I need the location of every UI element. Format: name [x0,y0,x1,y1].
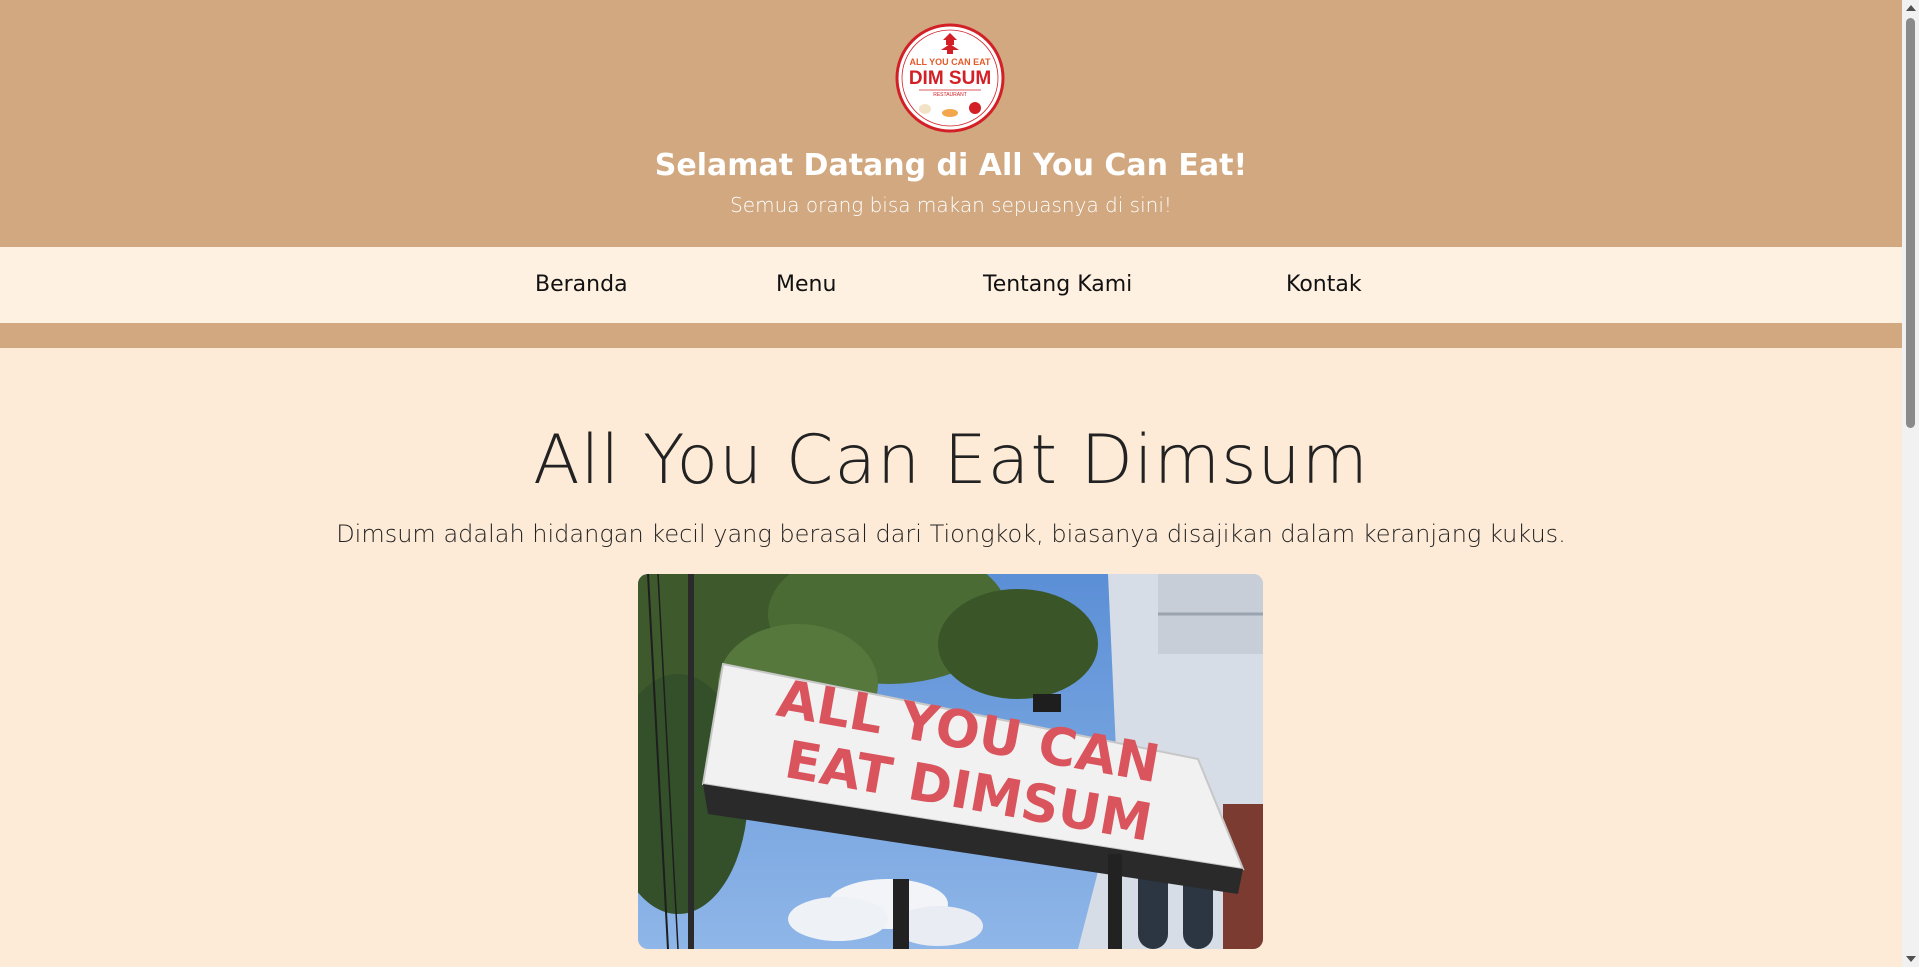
svg-text:ALL YOU CAN EAT: ALL YOU CAN EAT [909,57,991,67]
nav-link-beranda[interactable]: Beranda [535,247,628,323]
svg-text:DIM SUM: DIM SUM [909,68,991,89]
header-subtitle: Semua orang bisa makan sepuasnya di sini… [730,193,1172,217]
nav-link-kontak[interactable]: Kontak [1286,247,1362,323]
browser-viewport: ALL YOU CAN EAT DIM SUM RESTAURANT Selam… [0,0,1902,967]
page-scrollbar[interactable] [1902,0,1919,967]
nav-link-tentang-kami[interactable]: Tentang Kami [983,247,1132,323]
nav-divider-band [0,323,1902,348]
svg-text:RESTAURANT: RESTAURANT [933,92,967,98]
header-title: Selamat Datang di All You Can Eat! [654,148,1248,183]
page-title: All You Can Eat Dimsum [533,421,1369,500]
nav-link-menu[interactable]: Menu [776,247,836,323]
restaurant-logo: ALL YOU CAN EAT DIM SUM RESTAURANT [895,23,1005,133]
main-navigation: Beranda Menu Tentang Kami Kontak [0,247,1902,323]
restaurant-sign-photo: ALL YOU CAN EAT DIMSUM [638,574,1263,949]
page-description: Dimsum adalah hidangan kecil yang berasa… [336,520,1566,548]
scroll-down-icon[interactable] [1906,956,1916,962]
site-header: ALL YOU CAN EAT DIM SUM RESTAURANT Selam… [0,0,1902,247]
scroll-up-icon[interactable] [1906,5,1916,11]
scrollbar-thumb[interactable] [1906,18,1915,428]
